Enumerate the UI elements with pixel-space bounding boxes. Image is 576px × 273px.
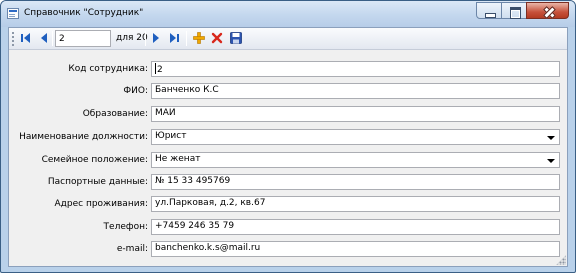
passport-field[interactable]: № 15 33 495769 (151, 174, 560, 190)
toolbar-separator (145, 31, 146, 46)
employee-code-field[interactable]: 2 (151, 61, 560, 77)
address-value: ул.Парковая, д.2, кв.67 (155, 198, 266, 208)
employee-code-value: 2 (157, 65, 163, 75)
marital-status-label: Семейное положение: (41, 155, 148, 165)
address-label: Адрес проживания: (54, 199, 149, 209)
position-title-label: Наименование должности: (19, 132, 148, 142)
form-icon (7, 8, 19, 19)
add-new-icon[interactable] (192, 31, 206, 45)
window-title: Справочник "Сотрудник" (24, 8, 144, 18)
title-bar[interactable]: Справочник "Сотрудник" (1, 1, 575, 27)
delete-icon[interactable] (210, 31, 224, 45)
email-field[interactable]: banchenko.k.s@mail.ru (151, 241, 560, 257)
move-previous-icon[interactable] (37, 31, 51, 45)
phone-label: Телефон: (103, 222, 148, 232)
full-name-value: Банченко К.С (155, 85, 219, 95)
maximize-button[interactable] (501, 2, 527, 19)
minimize-button[interactable] (476, 2, 502, 19)
education-field[interactable]: МАИ (151, 106, 560, 122)
dropdown-arrow-icon[interactable] (547, 136, 555, 140)
move-first-icon[interactable] (19, 31, 33, 45)
passport-value: № 15 33 495769 (155, 176, 231, 186)
full-name-field[interactable]: Банченко К.С (151, 83, 560, 99)
employee-code-label: Код сотрудника: (68, 64, 148, 74)
move-last-icon[interactable] (167, 31, 181, 45)
passport-label: Паспортные данные: (47, 177, 148, 187)
phone-field[interactable]: +7459 246 35 79 (151, 219, 560, 235)
marital-status-select[interactable]: Не женат (151, 152, 560, 168)
marital-status-value: Не женат (155, 154, 201, 164)
toolbar-grip[interactable] (12, 32, 14, 46)
dropdown-arrow-icon[interactable] (547, 159, 555, 163)
move-next-icon[interactable] (149, 31, 163, 45)
education-label: Образование: (82, 109, 148, 119)
toolbar-separator (52, 31, 53, 46)
employee-directory-window: Справочник "Сотрудник" для 20 (0, 0, 576, 273)
position-title-value: Юрист (155, 131, 187, 141)
save-icon[interactable] (229, 31, 243, 45)
email-value: banchenko.k.s@mail.ru (155, 243, 261, 253)
caption-buttons (476, 2, 569, 19)
address-field[interactable]: ул.Парковая, д.2, кв.67 (151, 196, 560, 212)
text-caret (155, 63, 156, 74)
position-title-select[interactable]: Юрист (151, 129, 560, 145)
full-name-label: ФИО: (123, 86, 148, 96)
education-value: МАИ (155, 108, 176, 118)
toolbar-separator (186, 31, 187, 46)
email-label: e-mail: (116, 244, 148, 254)
record-count-label: для 20 (116, 33, 148, 43)
position-input[interactable] (55, 30, 111, 47)
close-button[interactable] (526, 2, 569, 19)
binding-navigator: для 20 (9, 28, 567, 50)
form-client-area: для 20 (8, 27, 568, 267)
phone-value: +7459 246 35 79 (155, 221, 235, 231)
